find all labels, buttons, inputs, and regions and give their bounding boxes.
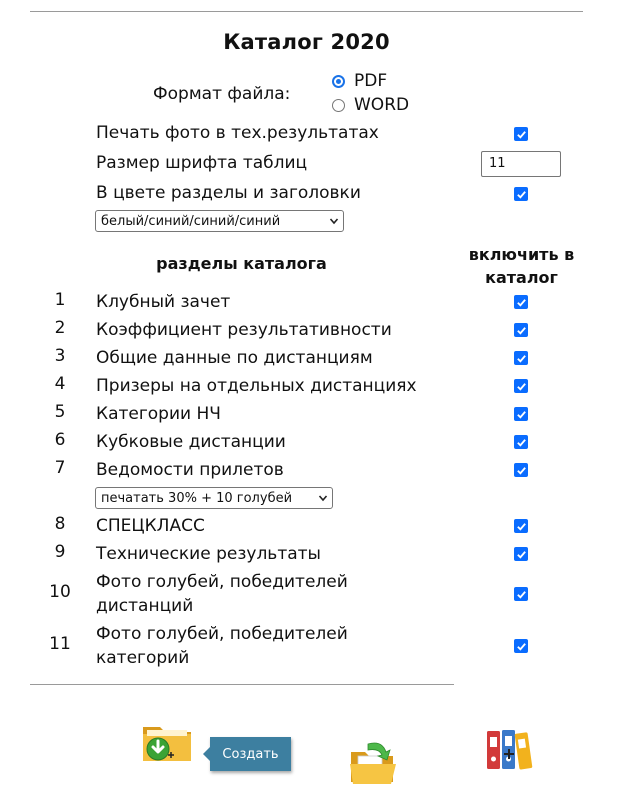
file-format-label: Формат файла: [153,84,291,104]
radio-pdf-option[interactable]: PDF [332,71,387,91]
section-number: 7 [54,458,66,478]
include-header: включить в каталог [455,243,588,289]
page-title: Каталог 2020 [223,30,390,54]
arrivals-print-select[interactable]: печатать 30% + 10 голубей [95,487,333,509]
check-icon [516,382,526,391]
section-checkbox[interactable] [514,639,528,653]
chevron-down-icon [329,218,339,225]
check-icon [516,550,526,559]
arrivals-print-value: печатать 30% + 10 голубей [101,490,293,506]
section-label: Клубный зачет [96,292,231,312]
section-checkbox[interactable] [514,519,528,533]
folder-download-icon [143,727,191,761]
section-checkbox[interactable] [514,351,528,365]
section-number: 10 [49,582,71,602]
sections-header: разделы каталога [156,254,327,273]
section-label: Фото голубей, победителей дистанций [96,570,348,618]
section-label-line: категорий [96,648,190,668]
section-checkbox[interactable] [514,295,528,309]
check-icon [516,326,526,335]
chevron-down-icon [318,495,328,502]
font-size-input[interactable]: 11 [481,151,561,177]
check-icon [516,642,526,651]
section-label: Фото голубей, победителей категорий [96,622,348,670]
print-photos-checkbox[interactable] [514,127,528,141]
section-label: Технические результаты [96,544,321,564]
radio-pdf[interactable] [332,74,345,88]
section-number: 11 [49,634,71,654]
section-checkbox[interactable] [514,323,528,337]
color-scheme-select[interactable]: белый/синий/синий/синий [95,210,344,232]
check-icon [516,410,526,419]
section-label: Коэффициент результативности [96,320,392,340]
check-icon [516,298,526,307]
print-photos-label: Печать фото в тех.результатах [96,123,379,143]
section-number: 9 [54,542,66,562]
section-checkbox[interactable] [514,435,528,449]
check-icon [516,190,526,199]
check-icon [516,466,526,475]
section-label: Общие данные по дистанциям [96,348,373,368]
include-header-line2: каталог [485,268,558,287]
check-icon [516,522,526,531]
check-icon [516,590,526,599]
section-number: 5 [54,402,66,422]
include-header-line1: включить в [468,245,575,264]
section-checkbox[interactable] [514,379,528,393]
radio-word[interactable] [332,98,345,112]
section-label-line: Фото голубей, победителей [96,624,348,644]
radio-word-label: WORD [354,95,410,115]
radio-pdf-label: PDF [354,71,388,91]
section-label: Категории НЧ [96,404,221,424]
top-divider [30,11,583,12]
color-scheme-value: белый/синий/синий/синий [101,213,281,229]
binders-button[interactable] [485,725,533,773]
section-checkbox[interactable] [514,463,528,477]
check-icon [516,130,526,139]
check-icon [516,438,526,447]
section-label-line: Фото голубей, победителей [96,572,348,592]
color-sections-label: В цвете разделы и заголовки [96,183,361,203]
section-number: 6 [54,430,66,450]
radio-word-option[interactable]: WORD [332,95,409,115]
section-number: 2 [54,318,66,338]
section-number: 3 [54,346,66,366]
section-label: Ведомости прилетов [96,460,284,480]
check-icon [516,354,526,363]
section-label: Кубковые дистанции [96,432,286,452]
binders-add-icon [487,730,533,770]
section-label: СПЕЦКЛАСС [96,516,205,536]
font-size-label: Размер шрифта таблиц [96,153,308,173]
open-catalog-button[interactable] [348,738,398,786]
folder-open-icon [350,742,396,784]
section-number: 1 [54,290,66,310]
bottom-divider [30,684,454,685]
section-number: 4 [54,374,66,394]
section-label-line: дистанций [96,596,194,616]
section-label: Призеры на отдельных дистанциях [96,376,417,396]
section-checkbox[interactable] [514,407,528,421]
section-number: 8 [54,514,66,534]
create-catalog-button[interactable] [141,719,197,767]
section-checkbox[interactable] [514,547,528,561]
create-tooltip: Создать [203,737,291,771]
color-sections-checkbox[interactable] [514,187,528,201]
section-checkbox[interactable] [514,587,528,601]
